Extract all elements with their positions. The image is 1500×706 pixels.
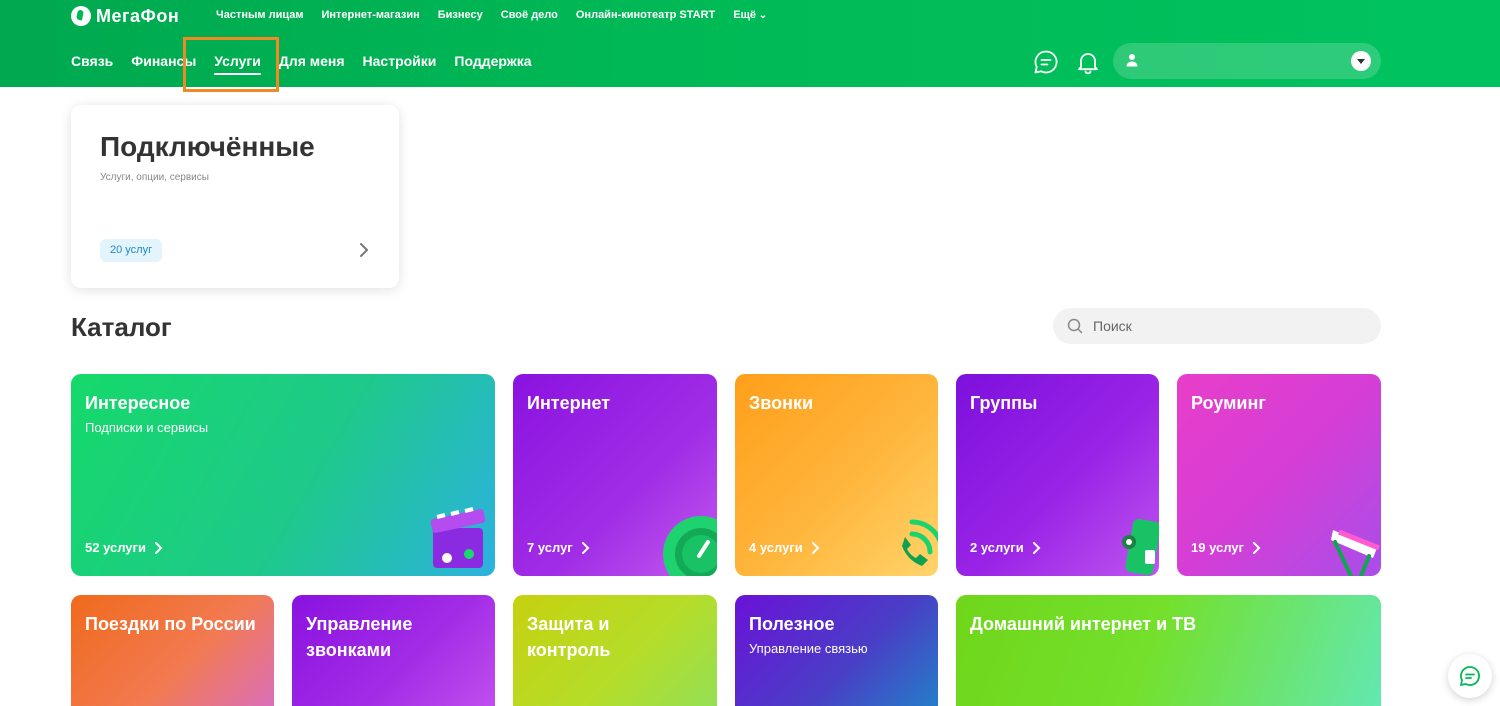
main-nav-support[interactable]: Поддержка	[454, 53, 531, 69]
catalog-title: Каталог	[71, 312, 172, 342]
tile-title: Поездки по России	[85, 614, 256, 634]
clapperboard-icon	[430, 507, 486, 568]
chevron-right-icon	[581, 541, 590, 554]
tile-title: Домашний интернет и ТВ	[970, 614, 1197, 634]
search-box[interactable]	[1053, 308, 1381, 344]
tile-title: Интересное	[85, 393, 191, 413]
tile-count: 52 услуги	[85, 540, 164, 555]
main-nav-connection[interactable]: Связь	[71, 53, 113, 69]
tile-internet[interactable]: Интернет 7 услуг	[513, 374, 717, 576]
chevron-right-icon	[1252, 541, 1261, 554]
connected-subtitle: Услуги, опции, сервисы	[100, 172, 209, 183]
tile-useful[interactable]: Полезное Управление связью	[735, 595, 938, 706]
main-nav-settings[interactable]: Настройки	[363, 53, 437, 69]
tile-groups[interactable]: Группы 2 услуги	[956, 374, 1159, 576]
chevron-right-icon	[154, 541, 163, 554]
phone-group-icon	[1122, 518, 1159, 576]
chevron-right-icon	[811, 541, 820, 554]
chat-icon	[1460, 666, 1480, 686]
top-nav-shop[interactable]: Интернет-магазин	[321, 9, 419, 21]
chat-fab-button[interactable]	[1448, 654, 1492, 698]
top-nav-private[interactable]: Частным лицам	[216, 9, 303, 21]
main-nav: Связь Финансы Услуги Для меня Настройки …	[71, 53, 531, 75]
tile-home-internet-tv[interactable]: Домашний интернет и ТВ	[956, 595, 1381, 706]
tile-interesting[interactable]: Интересное Подписки и сервисы 52 услуги	[71, 374, 495, 576]
tile-count: 4 услуги	[749, 540, 821, 555]
megafon-logo-icon	[71, 6, 91, 26]
tile-title: Полезное	[749, 614, 835, 634]
logo[interactable]: МегаФон	[71, 6, 179, 26]
tile-count: 19 услуг	[1191, 540, 1262, 555]
chat-icon[interactable]	[1033, 49, 1059, 75]
top-nav-own-business[interactable]: Своё дело	[501, 9, 558, 21]
top-nav-start[interactable]: Онлайн-кинотеатр START	[576, 9, 715, 21]
tile-subtitle: Подписки и сервисы	[85, 420, 209, 435]
tile-title: Защита и контроль	[527, 614, 611, 660]
speedometer-icon	[663, 516, 717, 576]
tile-count: 2 услуги	[970, 540, 1042, 555]
connected-title: Подключённые	[100, 131, 315, 162]
beach-chair-icon	[1331, 529, 1380, 576]
logo-text: МегаФон	[96, 5, 180, 26]
tile-protection-control[interactable]: Защита и контроль	[513, 595, 717, 706]
nav-highlight-frame	[183, 37, 279, 92]
bell-icon[interactable]	[1075, 49, 1101, 75]
user-account-menu[interactable]	[1113, 43, 1381, 79]
chevron-right-icon[interactable]	[357, 241, 371, 259]
tile-call-management[interactable]: Управление звонками	[292, 595, 495, 706]
top-nav-business[interactable]: Бизнесу	[438, 9, 483, 21]
connected-count-badge: 20 услуг	[100, 239, 163, 262]
main-nav-for-me[interactable]: Для меня	[279, 53, 345, 69]
tile-title: Интернет	[527, 393, 611, 413]
tile-title: Группы	[970, 393, 1038, 413]
tile-title: Звонки	[749, 393, 814, 413]
search-input[interactable]	[1093, 308, 1363, 344]
tile-roaming[interactable]: Роуминг 19 услуг	[1177, 374, 1381, 576]
chevron-right-icon	[1032, 541, 1041, 554]
chevron-down-icon[interactable]	[1351, 51, 1371, 71]
tile-trips-russia[interactable]: Поездки по России	[71, 595, 274, 706]
search-icon	[1067, 318, 1083, 334]
top-nav: Частным лицам Интернет-магазин Бизнесу С…	[216, 9, 767, 21]
connected-services-card[interactable]: Подключённые Услуги, опции, сервисы 20 у…	[71, 105, 399, 288]
tile-count: 7 услуг	[527, 540, 591, 555]
tile-calls[interactable]: Звонки 4 услуги	[735, 374, 938, 576]
tile-title: Управление звонками	[306, 614, 413, 660]
top-nav-more[interactable]: Ещё	[733, 9, 767, 21]
tile-title: Роуминг	[1191, 393, 1266, 413]
phone-call-icon	[902, 519, 938, 566]
user-icon	[1126, 54, 1138, 67]
tile-subtitle: Управление связью	[749, 641, 868, 656]
